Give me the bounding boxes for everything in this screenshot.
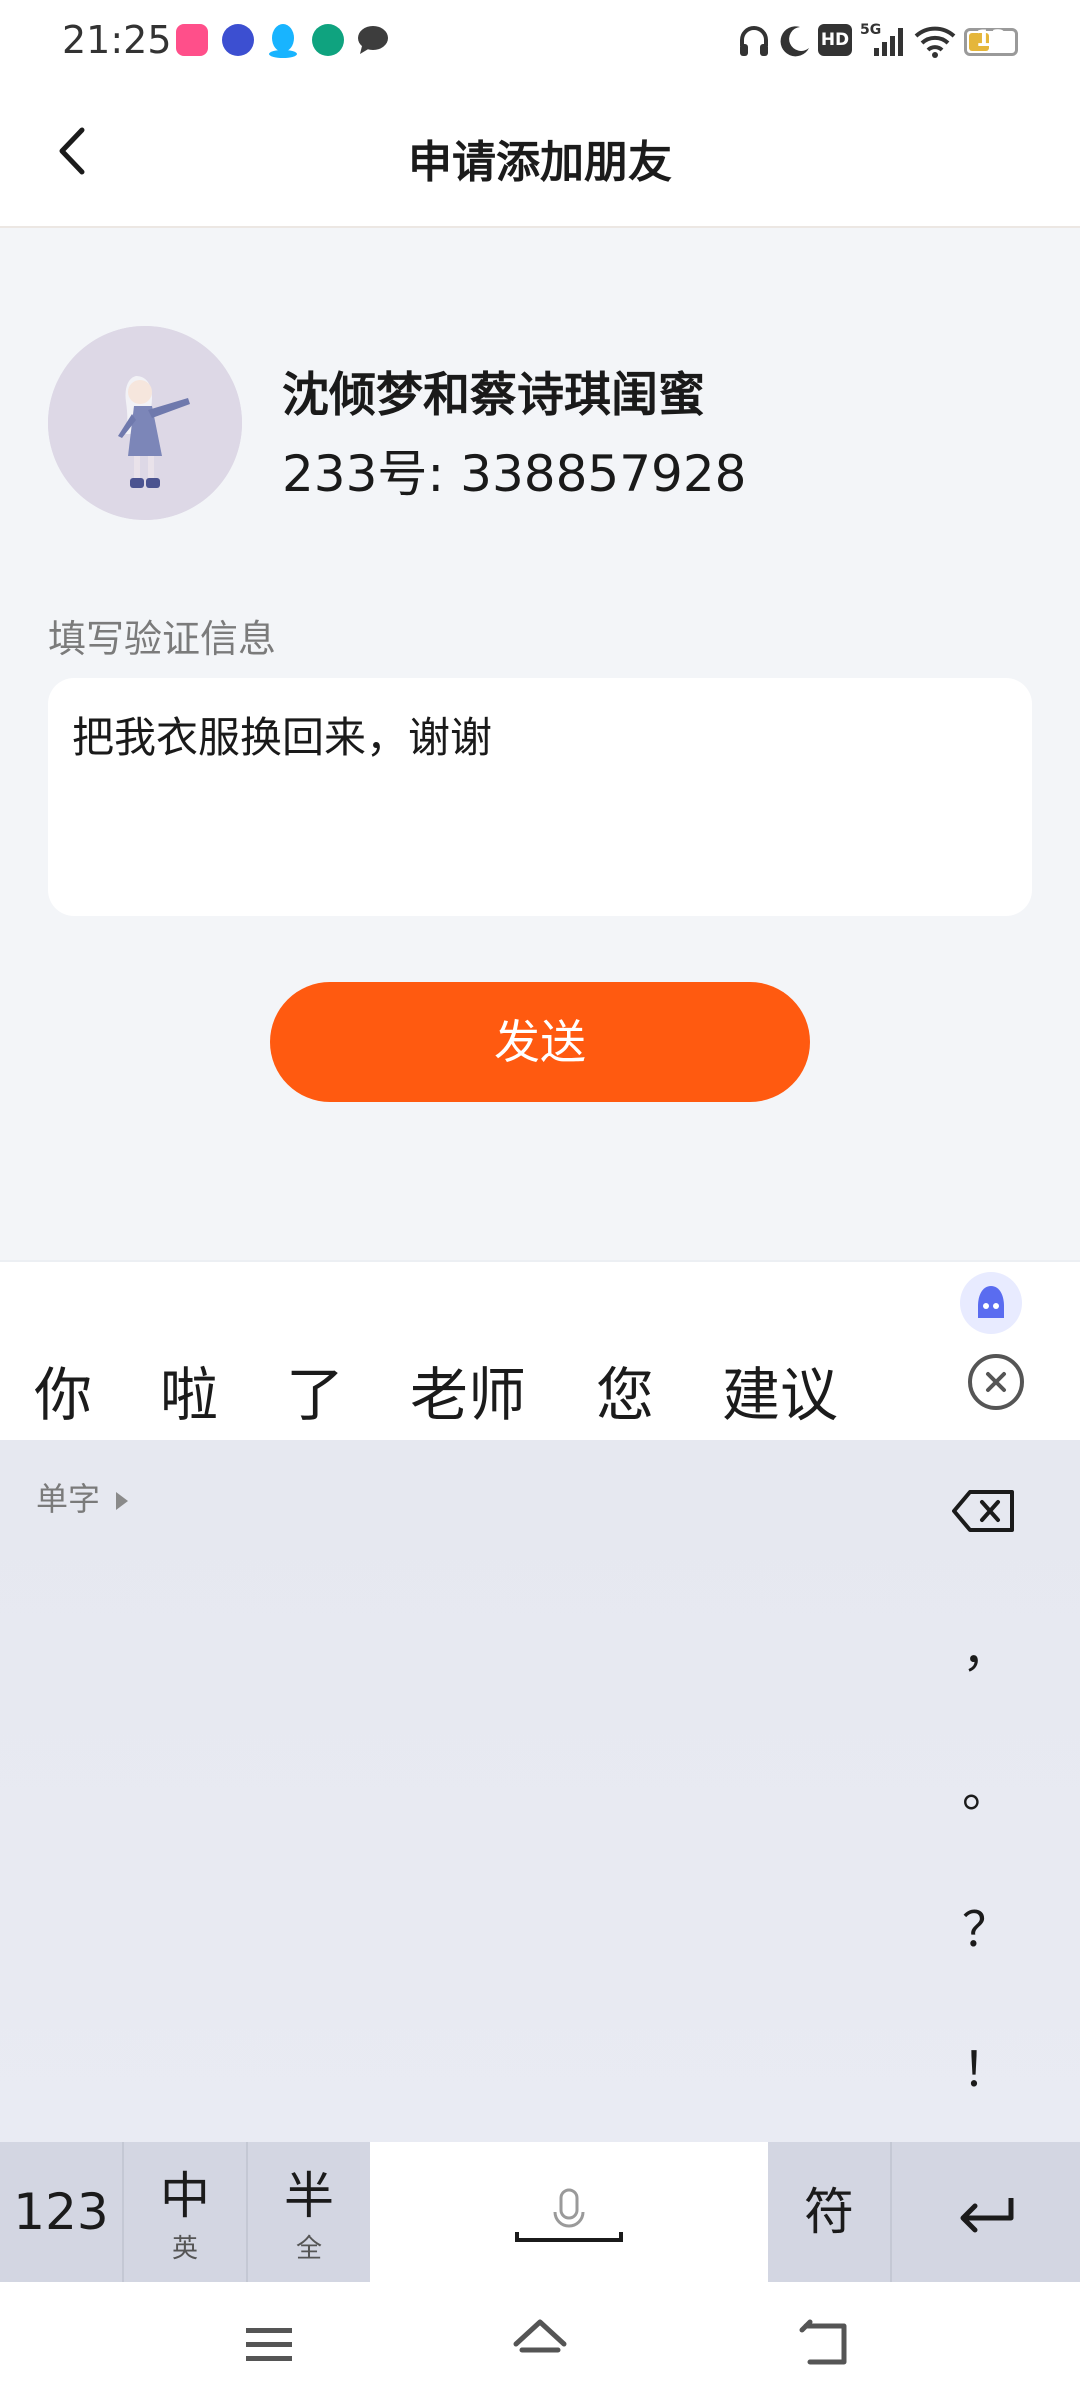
triangle-right-icon (116, 1492, 129, 1510)
battery-level: 13 (975, 27, 1007, 52)
period-key[interactable]: 。 (960, 1750, 1012, 1820)
half-full-width-toggle-key[interactable]: 半 全 (248, 2142, 370, 2282)
status-time: 21:25 (62, 18, 172, 62)
navigation-header: 申请添加朋友 (0, 86, 1080, 228)
hd-icon: HD (818, 24, 852, 56)
backspace-icon (952, 1490, 1014, 1532)
verification-message-input[interactable]: 把我衣服换回来，谢谢 (48, 678, 1032, 916)
enter-key[interactable] (892, 2142, 1080, 2282)
ime-candidate-bar: 你 啦 了 老师 您 建议 (0, 1260, 1080, 1442)
send-button[interactable]: 发送 (270, 982, 810, 1102)
phone-app-icon (312, 24, 344, 56)
exclamation-key[interactable]: ！ (960, 2030, 1012, 2100)
qq-app-icon (269, 24, 297, 58)
back-nav-icon[interactable] (798, 2318, 854, 2370)
verification-label: 填写验证信息 (48, 617, 277, 661)
candidate-word[interactable]: 建议 (722, 1348, 838, 1432)
space-voice-key[interactable] (372, 2142, 766, 2282)
soul-app-icon (176, 24, 208, 56)
symbol-key[interactable]: 符 (768, 2142, 892, 2282)
ai-assistant-icon (978, 1286, 1004, 1318)
candidate-word[interactable]: 你 (34, 1348, 92, 1432)
close-icon (986, 1372, 1006, 1392)
candidate-word[interactable]: 老师 (410, 1348, 526, 1432)
keyboard-bottom-row: 123 中 英 半 全 符 (0, 2142, 1080, 2282)
page-title: 申请添加朋友 (408, 137, 672, 188)
chinese-mode-label: 中 (160, 2167, 210, 2225)
verification-message-text: 把我衣服换回来，谢谢 (72, 713, 493, 762)
half-width-label: 半 (284, 2167, 334, 2225)
microphone-space-icon (515, 2188, 623, 2242)
candidate-word[interactable]: 您 (596, 1348, 654, 1432)
profile-id: 233号: 338857928 (282, 445, 747, 503)
avatar-character-image (48, 326, 242, 520)
menu-icon[interactable] (244, 2322, 296, 2368)
home-icon[interactable] (510, 2316, 570, 2370)
full-width-label: 全 (295, 2234, 322, 2264)
system-navigation-bar (0, 2282, 1080, 2408)
headphones-icon (740, 26, 768, 56)
numeric-key-label: 123 (13, 2183, 109, 2241)
backspace-key[interactable] (950, 1488, 1016, 1534)
add-friend-form: 沈倾梦和蔡诗琪闺蜜 233号: 338857928 填写验证信息 把我衣服换回来… (0, 228, 1080, 1260)
candidate-word[interactable]: 了 (286, 1348, 344, 1432)
svg-text:5G: 5G (860, 22, 881, 38)
status-bar: 21:25 HD 5G 13 (0, 0, 1080, 86)
enter-icon (960, 2198, 1014, 2233)
close-candidates-button[interactable] (968, 1354, 1024, 1410)
ai-assistant-button[interactable] (960, 1272, 1022, 1334)
single-char-toggle[interactable]: 单字 (36, 1474, 129, 1520)
single-char-label: 单字 (36, 1480, 101, 1518)
comma-key[interactable]: ， (960, 1610, 1012, 1680)
tieba-app-icon (222, 24, 254, 56)
profile-name: 沈倾梦和蔡诗琪闺蜜 (282, 368, 705, 423)
message-app-icon (358, 26, 388, 54)
question-key[interactable]: ？ (960, 1890, 1012, 1960)
moon-icon (780, 26, 809, 57)
ime-keyboard: 单字 ， 。 ？ ！ (0, 1440, 1080, 2142)
chinese-english-toggle-key[interactable]: 中 英 (124, 2142, 248, 2282)
battery-icon: 13 (964, 27, 1018, 56)
wifi-icon (914, 26, 956, 58)
5g-signal-icon: 5G (860, 22, 903, 56)
symbol-key-label: 符 (804, 2183, 854, 2241)
avatar[interactable] (48, 326, 242, 520)
candidate-word[interactable]: 啦 (160, 1348, 218, 1432)
numeric-key[interactable]: 123 (0, 2142, 124, 2282)
english-mode-label: 英 (171, 2234, 198, 2264)
